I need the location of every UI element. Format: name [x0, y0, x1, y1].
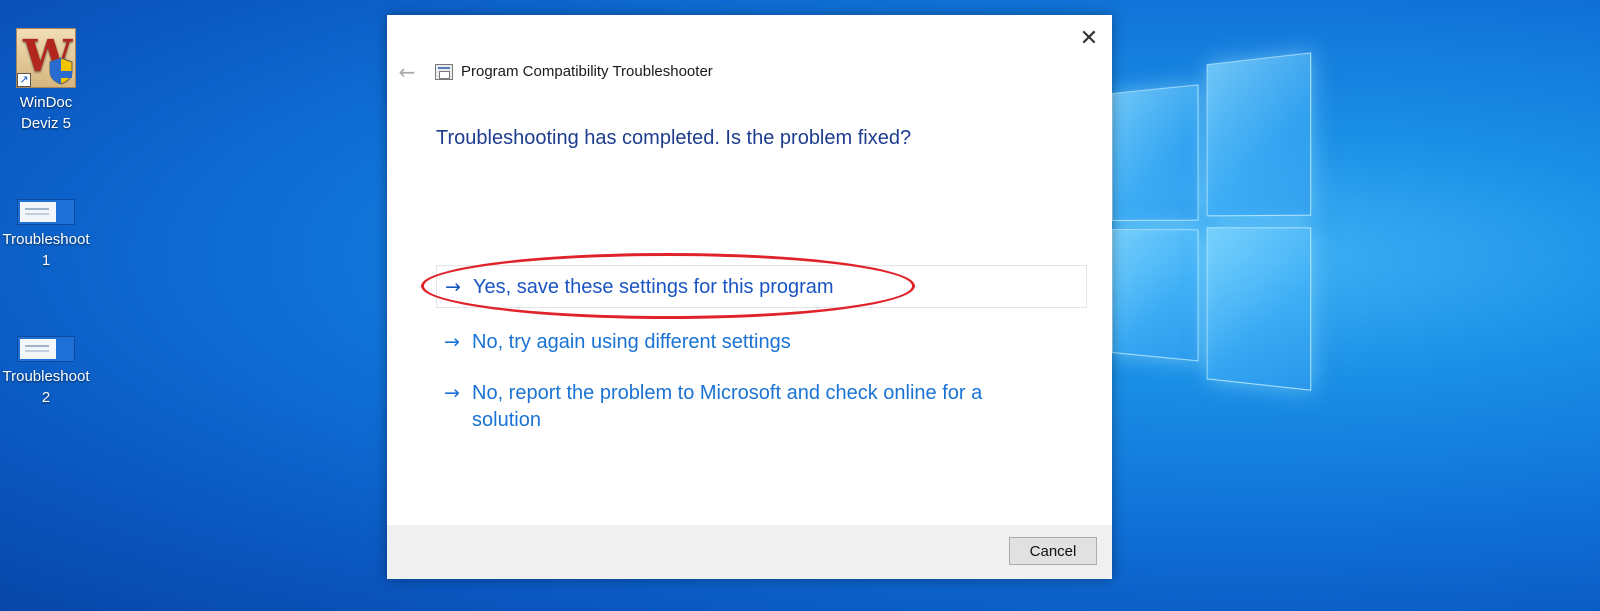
arrow-right-icon: →: [445, 276, 461, 298]
option-yes-save-settings[interactable]: → Yes, save these settings for this prog…: [436, 265, 1087, 308]
option-label: No, report the problem to Microsoft and …: [472, 382, 983, 431]
option-try-again[interactable]: → No, try again using different settings: [444, 329, 791, 356]
dialog-footer: Cancel: [387, 525, 1112, 579]
troubleshooter-dialog: ✕ ← Program Compatibility Troubleshooter…: [387, 15, 1112, 579]
shortcut-arrow-icon: ↗: [17, 73, 31, 87]
dialog-title: Program Compatibility Troubleshooter: [461, 63, 713, 80]
option-label: No, try again using different settings: [472, 331, 791, 353]
windows-logo: [1112, 52, 1312, 397]
troubleshoot-shortcut-icon: [17, 199, 75, 225]
arrow-right-icon: →: [444, 331, 460, 353]
desktop-icon-label: Troubleshoot: [2, 231, 90, 248]
desktop-icon-label: WinDoc: [19, 94, 73, 111]
option-label: Yes, save these settings for this progra…: [473, 276, 834, 298]
desktop-icon-label: Deviz 5: [20, 115, 72, 132]
back-arrow-icon[interactable]: ←: [396, 60, 418, 84]
cancel-button[interactable]: Cancel: [1009, 537, 1097, 565]
desktop-icon-label: Troubleshoot: [2, 368, 90, 385]
windoc-app-icon: W ↗: [16, 28, 76, 88]
desktop-icon-troubleshoot-1[interactable]: Troubleshoot 1: [0, 199, 92, 271]
desktop-icon-label: 1: [41, 252, 51, 269]
desktop-icon-label: 2: [41, 389, 51, 406]
dialog-titlebar: Program Compatibility Troubleshooter: [435, 63, 713, 80]
page-heading: Troubleshooting has completed. Is the pr…: [436, 127, 912, 149]
troubleshooter-app-icon: [435, 63, 453, 80]
troubleshoot-shortcut-icon: [17, 336, 75, 362]
arrow-right-icon: →: [444, 382, 460, 404]
option-report-problem[interactable]: → No, report the problem to Microsoft an…: [444, 380, 1044, 434]
desktop-icon-troubleshoot-2[interactable]: Troubleshoot 2: [0, 336, 92, 408]
desktop-icon-windoc[interactable]: W ↗ WinDoc Deviz 5: [0, 28, 92, 134]
uac-shield-icon: [49, 57, 73, 85]
close-icon[interactable]: ✕: [1074, 23, 1104, 53]
